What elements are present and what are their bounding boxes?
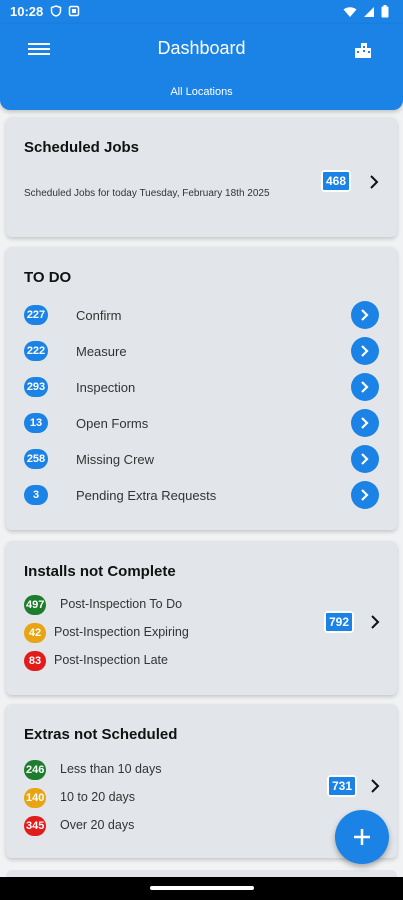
- chevron-right-icon: [361, 345, 369, 357]
- chevron-right-icon: [361, 453, 369, 465]
- chevron-right-icon: [361, 489, 369, 501]
- card-description: Scheduled Jobs for today Tuesday, Februa…: [24, 188, 270, 199]
- count-badge: 293: [24, 377, 48, 397]
- todo-label: Confirm: [76, 308, 122, 323]
- stat-label: 10 to 20 days: [60, 790, 136, 804]
- todo-label: Missing Crew: [76, 452, 155, 467]
- chevron-right-icon: [361, 309, 369, 321]
- go-button[interactable]: [351, 373, 379, 401]
- todo-label: Inspection: [76, 380, 136, 395]
- count-badge: 222: [24, 341, 48, 361]
- go-button[interactable]: [351, 301, 379, 329]
- count-badge: 13: [24, 413, 48, 433]
- chevron-right-icon[interactable]: [368, 779, 382, 793]
- total-badge: 731: [327, 775, 357, 797]
- todo-item-confirm[interactable]: 227 Confirm: [24, 301, 379, 331]
- chevron-right-icon: [361, 417, 369, 429]
- todo-item-open-forms[interactable]: 13 Open Forms: [24, 409, 379, 439]
- battery-icon: [381, 5, 389, 18]
- home-gesture-handle[interactable]: [150, 886, 254, 890]
- chevron-right-icon: [361, 381, 369, 393]
- count-badge: 468: [321, 170, 351, 192]
- location-filter[interactable]: All Locations: [0, 86, 403, 98]
- todo-item-inspection[interactable]: 293 Inspection: [24, 373, 379, 403]
- todo-label: Open Forms: [76, 416, 149, 431]
- todo-label: Measure: [76, 344, 127, 359]
- system-nav-bar: [0, 877, 403, 900]
- count-badge: 83: [24, 651, 46, 671]
- stat-label: Less than 10 days: [60, 762, 162, 776]
- card-title: Scheduled Jobs: [24, 139, 140, 156]
- chevron-right-icon[interactable]: [367, 175, 381, 189]
- stat-label: Over 20 days: [60, 818, 135, 832]
- count-badge: 246: [24, 760, 47, 780]
- add-button[interactable]: [335, 810, 389, 864]
- signal-icon: [364, 6, 374, 17]
- wifi-icon: [343, 6, 357, 17]
- page-title: Dashboard: [157, 38, 246, 58]
- card-title: Extras not Scheduled: [24, 726, 178, 743]
- card-title: TO DO: [24, 269, 72, 286]
- shield-icon: [50, 5, 62, 17]
- app-bar: Dashboard All Locations: [0, 24, 403, 110]
- status-left-icons: [50, 5, 80, 17]
- chevron-right-icon[interactable]: [368, 615, 382, 629]
- todo-item-missing-crew[interactable]: 258 Missing Crew: [24, 445, 379, 475]
- count-badge: 140: [24, 788, 47, 808]
- status-bar: 10:28: [0, 0, 403, 24]
- total-badge: 792: [324, 611, 354, 633]
- stat-label: Post-Inspection Expiring: [54, 625, 189, 639]
- count-badge: 3: [24, 485, 48, 505]
- stat-label: Post-Inspection To Do: [60, 597, 183, 611]
- installs-not-complete-card[interactable]: Installs not Complete 497 Post-Inspectio…: [6, 541, 397, 695]
- count-badge: 227: [24, 305, 48, 325]
- card-title: Installs not Complete: [24, 563, 176, 580]
- go-button[interactable]: [351, 445, 379, 473]
- status-time: 10:28: [10, 4, 44, 19]
- todo-item-measure[interactable]: 222 Measure: [24, 337, 379, 367]
- go-button[interactable]: [351, 337, 379, 365]
- count-badge: 345: [24, 816, 47, 836]
- scheduled-jobs-card[interactable]: Scheduled Jobs Scheduled Jobs for today …: [6, 117, 397, 237]
- count-badge: 258: [24, 449, 48, 469]
- todo-card: TO DO 227 Confirm 222 Measure 293 Inspec…: [6, 247, 397, 530]
- go-button[interactable]: [351, 409, 379, 437]
- plus-icon: [354, 829, 370, 845]
- notification-icon: [68, 5, 80, 17]
- count-badge: 42: [24, 623, 46, 643]
- todo-item-pending-extra-requests[interactable]: 3 Pending Extra Requests: [24, 481, 379, 511]
- status-right-icons: [343, 5, 389, 18]
- count-badge: 497: [24, 595, 47, 615]
- go-button[interactable]: [351, 481, 379, 509]
- building-icon[interactable]: [353, 40, 373, 60]
- stat-label: Post-Inspection Late: [54, 653, 168, 667]
- todo-label: Pending Extra Requests: [76, 488, 217, 503]
